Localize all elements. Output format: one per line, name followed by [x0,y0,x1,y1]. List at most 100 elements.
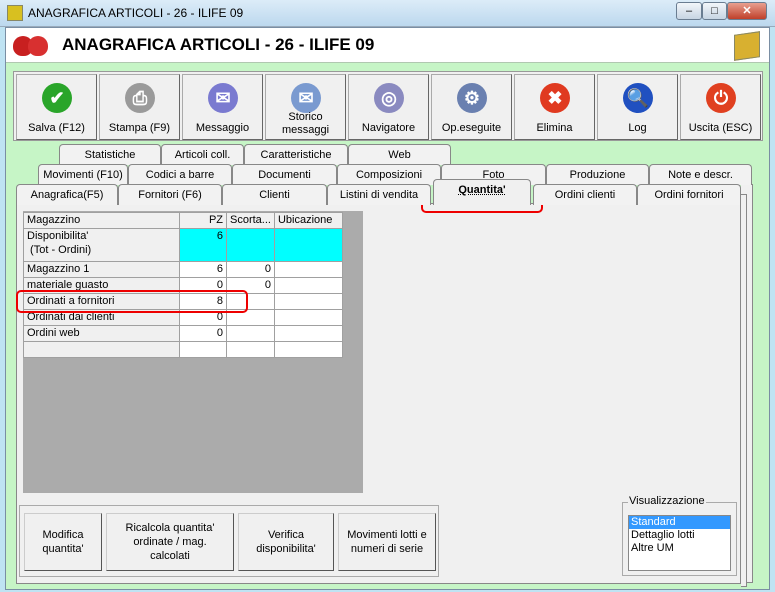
quantity-table: Magazzino PZ Scorta... Ubicazione Disponibil… [23,212,343,358]
tab-frame-mid [741,194,747,587]
tab-composizioni[interactable]: Composizioni [337,164,441,185]
toolbar-button-messaggio[interactable]: ✉ Messaggio [182,74,263,140]
column-header[interactable]: Ubicazione [273,212,343,229]
strawberry-logo-icon [13,34,49,56]
toolbar-button-label: Log [628,122,647,134]
toolbar-button-navigatore[interactable]: ◎ Navigatore [348,74,429,140]
toolbar-button-elimina[interactable]: ✖ Elimina [514,74,595,140]
toolbar-button-salva-f12[interactable]: ✔ Salva (F12) [16,74,97,140]
toolbar-button-label: Op.eseguite [441,122,502,134]
power-icon: ⏻ [706,83,736,113]
visualizzazione-option[interactable]: Dettaglio lotti [629,529,730,542]
visualizzazione-group: Visualizzazione Standard Dettaglio lotti A… [622,495,737,576]
tab-articoli-coll[interactable]: Articoli coll. [161,144,244,165]
tab-note-e-descr[interactable]: Note e descr. [649,164,752,185]
magazzino-cell: Ordini web [23,325,180,342]
check-icon: ✔ [42,83,72,113]
table-row[interactable]: Magazzino 160 [23,261,343,278]
maximize-button[interactable]: □ [702,2,727,20]
ubicazione-cell[interactable] [273,261,343,278]
tab-codici-a-barre[interactable]: Codici a barre [128,164,232,185]
table-header: Magazzino PZ Scorta... Ubicazione [23,212,343,229]
window-title: ANAGRAFICA ARTICOLI - 26 - ILIFE 09 [28,6,244,20]
tab-ordini-clienti[interactable]: Ordini clienti [533,184,637,205]
toolbar-button-op-eseguite[interactable]: ⚙ Op.eseguite [431,74,512,140]
toolbar-button-label: Salva (F12) [28,122,85,134]
column-header[interactable]: Magazzino [23,212,180,229]
toolbar-button-label: Storico messaggi [281,111,330,136]
toolbar-button-uscita-esc[interactable]: ⏻ Uscita (ESC) [680,74,761,140]
ubicazione-cell[interactable] [273,293,343,310]
tab-caratteristiche[interactable]: Caratteristiche [244,144,348,165]
tab-produzione[interactable]: Produzione [546,164,649,185]
tab-clienti[interactable]: Clienti [222,184,327,205]
main-window: ANAGRAFICA ARTICOLI - 26 - ILIFE 09 ✔ Sal… [5,27,770,590]
toolbar-button-storico-messaggi[interactable]: ✉ Storico messaggi [265,74,346,140]
compass-icon: ◎ [374,83,404,113]
scorta-cell[interactable] [226,228,275,262]
magazzino-cell: Magazzino 1 [23,261,180,278]
toolbar-button-label: Messaggio [195,122,250,134]
ubicazione-cell[interactable] [273,341,343,358]
annotation-row-highlight [16,290,248,313]
tab-anagrafica-f5[interactable]: Anagrafica(F5) [16,184,118,205]
scorta-cell[interactable] [226,325,275,342]
tab-listini-di-vendita[interactable]: Listini di vendita [327,184,431,205]
gears-search-icon: ⚙ [457,83,487,113]
quantita-panel: Magazzino PZ Scorta... Ubicazione Disponibil… [16,203,741,584]
pz-cell[interactable]: 6 [179,261,227,278]
visualizzazione-listbox[interactable]: Standard Dettaglio lotti Altre UM [628,515,731,571]
ricalcola-quantita-button[interactable]: Ricalcola quantita' ordinate / mag. calc… [106,513,234,571]
ubicazione-cell[interactable] [273,325,343,342]
toolbar-button-stampa-f9[interactable]: ⎙ Stampa (F9) [99,74,180,140]
printer-icon: ⎙ [125,83,155,113]
pz-cell[interactable]: 6 [179,228,227,262]
scorta-cell[interactable] [226,341,275,358]
toolbar-button-label: Navigatore [361,122,416,134]
ubicazione-cell[interactable] [273,277,343,294]
table-row[interactable]: Disponibilita' (Tot - Ordini) 6 [23,228,343,262]
ubicazione-cell[interactable] [273,309,343,326]
toolbar-button-label: Elimina [536,122,573,134]
column-header[interactable]: Scorta... [226,212,275,229]
modifica-quantita-button[interactable]: Modifica quantita' [24,513,102,571]
magazzino-cell [23,341,180,358]
toolbar: ✔ Salva (F12) ⎙ Stampa (F9) ✉ Messaggio ✉ Stori… [13,71,763,141]
tab-statistiche[interactable]: Statistiche [59,144,161,165]
visualizzazione-option[interactable]: Standard [629,516,730,529]
book-search-icon: 🔍 [623,83,653,113]
app-icon [7,5,23,21]
pz-cell[interactable]: 0 [179,325,227,342]
close-button[interactable]: ✕ [727,2,767,20]
delete-x-icon: ✖ [540,83,570,113]
quantity-grid[interactable]: Magazzino PZ Scorta... Ubicazione Disponibil… [23,211,363,493]
toolbar-button-label: Stampa (F9) [108,122,171,134]
pz-cell[interactable] [179,341,227,358]
visualizzazione-option[interactable]: Altre UM [629,542,730,555]
actions-group: Modifica quantita' Ricalcola quantita' o… [19,505,439,577]
header: ANAGRAFICA ARTICOLI - 26 - ILIFE 09 [6,28,769,63]
page-title: ANAGRAFICA ARTICOLI - 26 - ILIFE 09 [62,35,375,54]
movimenti-lotti-button[interactable]: Movimenti lotti e numeri di serie [338,513,436,571]
visualizzazione-label: Visualizzazione [628,495,706,507]
tab-documenti[interactable]: Documenti [232,164,337,185]
ubicazione-cell[interactable] [273,228,343,262]
verifica-disponibilita-button[interactable]: Verifica disponibilita' [238,513,334,571]
table-row[interactable] [23,341,343,358]
table-row[interactable]: Ordini web 0 [23,325,343,342]
magazzino-cell: Disponibilita' (Tot - Ordini) [23,228,180,262]
toolbar-button-label: Uscita (ESC) [688,122,753,134]
tab-ordini-fornitori[interactable]: Ordini fornitori [637,184,741,205]
column-header[interactable]: PZ [179,212,227,229]
tab-movimenti-f10[interactable]: Movimenti (F10) [38,164,128,185]
box-icon [734,31,760,61]
envelope-search-icon: ✉ [291,83,321,113]
toolbar-button-log[interactable]: 🔍 Log [597,74,678,140]
tab-quantita[interactable]: Quantita' [433,179,531,205]
tab-fornitori-f6[interactable]: Fornitori (F6) [118,184,222,205]
envelope-pen-icon: ✉ [208,83,238,113]
title-bar: ANAGRAFICA ARTICOLI - 26 - ILIFE 09 – □ … [0,0,775,27]
tab-web[interactable]: Web [348,144,451,165]
minimize-button[interactable]: – [676,2,702,20]
scorta-cell[interactable]: 0 [226,261,275,278]
